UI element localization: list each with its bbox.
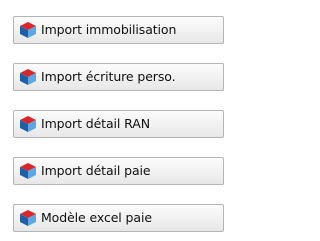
button-label: Import immobilisation [41, 21, 177, 37]
import-immobilisation-button[interactable]: Import immobilisation [13, 16, 224, 44]
cube-icon [20, 116, 36, 132]
button-label: Import détail RAN [41, 115, 150, 131]
cube-icon [20, 22, 36, 38]
import-detail-ran-button[interactable]: Import détail RAN [13, 110, 224, 138]
import-ecriture-perso-button[interactable]: Import écriture perso. [13, 63, 224, 91]
import-panel: Import immobilisation Import écriture pe… [0, 0, 241, 241]
import-detail-paie-button[interactable]: Import détail paie [13, 157, 224, 185]
button-label: Modèle excel paie [41, 209, 152, 225]
button-label: Import écriture perso. [41, 68, 176, 84]
cube-icon [20, 210, 36, 226]
cube-icon [20, 163, 36, 179]
button-label: Import détail paie [41, 162, 151, 178]
cube-icon [20, 69, 36, 85]
modele-excel-paie-button[interactable]: Modèle excel paie [13, 204, 224, 232]
